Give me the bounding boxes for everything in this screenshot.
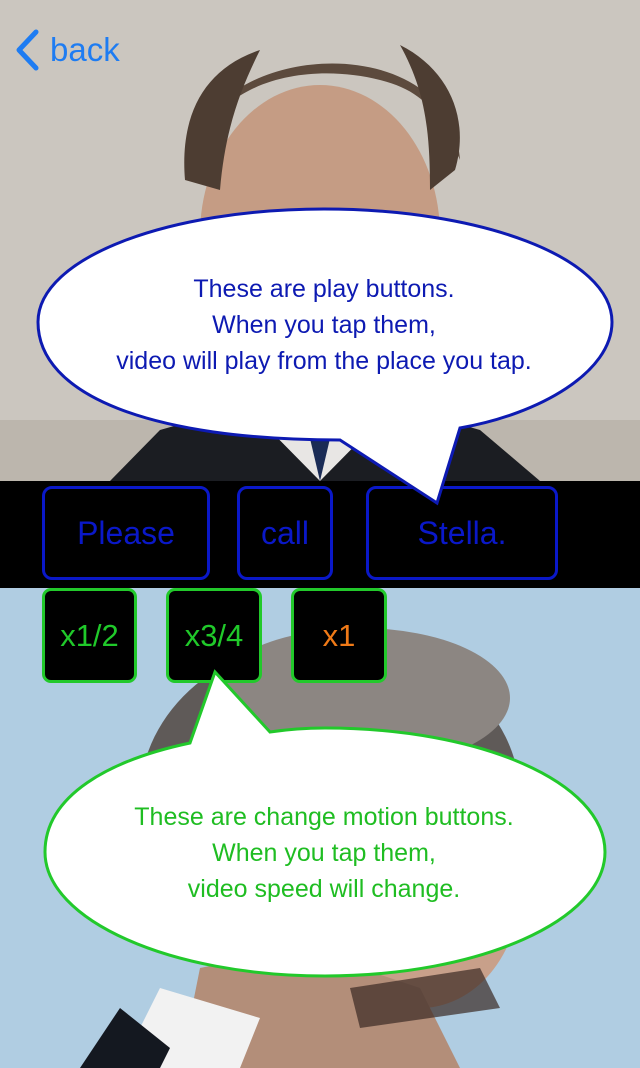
back-button[interactable]: back [14, 26, 120, 74]
play-word-button-call[interactable]: call [237, 486, 333, 580]
play-word-button-please[interactable]: Please [42, 486, 210, 580]
word-label: Stella. [417, 514, 507, 551]
chevron-left-icon [16, 29, 39, 71]
speed-buttons-callout: These are change motion buttons. When yo… [44, 728, 604, 978]
callout-line: These are change motion buttons. [134, 803, 514, 831]
callout-line: When you tap them, [212, 311, 436, 339]
speed-button-three-quarter[interactable]: x3/4 [166, 588, 262, 683]
speed-button-half[interactable]: x1/2 [42, 588, 137, 683]
callout-line: video speed will change. [187, 875, 461, 903]
play-buttons-callout: These are play buttons. When you tap the… [38, 210, 610, 440]
play-word-button-stella[interactable]: Stella. [366, 486, 558, 580]
callout-line: These are play buttons. [193, 275, 455, 303]
speed-button-normal[interactable]: x1 [291, 588, 387, 683]
speed-label: x1/2 [60, 617, 119, 653]
speed-label: x3/4 [184, 617, 244, 653]
word-label: Please [77, 514, 175, 551]
back-label: back [50, 31, 120, 68]
callout-line: video will play from the place you tap. [116, 347, 532, 375]
speed-label: x1 [322, 617, 356, 653]
word-label: call [260, 514, 309, 551]
callout-line: When you tap them, [212, 839, 436, 867]
